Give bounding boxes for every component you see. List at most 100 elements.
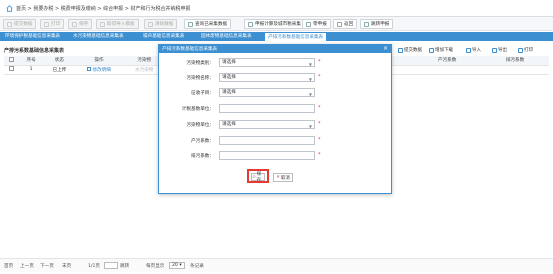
zero-declare-button[interactable]: 零申报: [302, 19, 331, 29]
import-button[interactable]: 导入: [466, 46, 481, 54]
edit-detail-link[interactable]: 修改明细: [92, 68, 110, 73]
home-icon[interactable]: [6, 5, 13, 12]
tab-noise[interactable]: 噪声基础信息采集表: [140, 32, 187, 41]
field-label: 计税基数单位：: [181, 107, 214, 112]
declare-calc-button[interactable]: 申报计算及城市税采集: [244, 19, 305, 29]
row-checkbox[interactable]: [9, 66, 15, 71]
chevron-down-icon: ▾: [179, 263, 182, 268]
col-header-status: 状态: [42, 56, 77, 66]
row-op-cell: 修改明细: [76, 65, 122, 75]
field-pollutant-category: 污染物类别： 请选择 ▼ *: [159, 57, 391, 68]
field-label: 排污系数：: [191, 154, 214, 159]
toolbar: 提交数据 打印 保存 取得导入模板 清除数据 查询已采集数据 申报计算及城市税采…: [0, 17, 553, 31]
required-mark: *: [318, 105, 321, 111]
print-icon: [518, 47, 523, 53]
select-all-checkbox[interactable]: [9, 56, 15, 62]
section-submit-button[interactable]: 提交数据: [398, 46, 422, 54]
row-checkbox-cell[interactable]: [4, 65, 20, 75]
field-label: 污染物名称：: [186, 76, 214, 81]
back-button[interactable]: 返回: [333, 19, 358, 29]
required-mark: *: [318, 152, 321, 158]
calc-icon: [248, 21, 253, 27]
add-icon: [429, 47, 434, 53]
page-jump-input[interactable]: [104, 262, 118, 269]
coefficient-dialog: 产排污系数基础信息采集表 × 污染物类别： 请选择 ▼ * 污染物名称： 请选择 ▼…: [158, 44, 392, 194]
field-label: 征收子目：: [191, 91, 214, 96]
pollutant-category-select[interactable]: 请选择 ▼: [219, 58, 315, 67]
pollutant-name-select[interactable]: 请选择 ▼: [219, 73, 315, 82]
field-pollutant-name: 污染物名称： 请选择 ▼ *: [159, 72, 391, 83]
prev-page-link[interactable]: 上一页: [20, 263, 34, 269]
last-page-link[interactable]: 末页: [62, 263, 71, 269]
required-mark: *: [318, 121, 321, 127]
col-header-produce-coef: 产污系数: [413, 56, 482, 66]
dialog-header: 产排污系数基础信息采集表 ×: [159, 45, 391, 53]
tab-env-protection[interactable]: 环境保护税基础信息采集表: [2, 32, 63, 41]
close-icon[interactable]: ×: [383, 45, 388, 52]
row-no: 1: [19, 65, 43, 75]
save-icon: [72, 21, 77, 27]
submit-data-button[interactable]: 提交数据: [3, 19, 37, 29]
cancel-button[interactable]: ✕ 取消: [273, 173, 293, 182]
jump-button[interactable]: 跳转: [120, 263, 129, 269]
first-page-link[interactable]: 首页: [4, 263, 13, 269]
tax-base-unit-input[interactable]: [219, 104, 315, 113]
upload-icon: [7, 21, 12, 27]
zero-icon: [306, 21, 311, 27]
required-mark: *: [318, 137, 321, 143]
next-page-link[interactable]: 下一页: [40, 263, 54, 269]
chevron-down-icon: ▼: [308, 62, 312, 67]
required-mark: *: [318, 74, 321, 80]
row-produce-coef: [413, 65, 482, 75]
print-icon: [44, 21, 49, 27]
per-page-select[interactable]: 20 ▾: [169, 262, 185, 269]
pollutant-unit-select[interactable]: 请选择 ▼: [219, 120, 315, 129]
import-icon: [466, 47, 471, 53]
jump-icon: [364, 21, 369, 27]
save-highlight: ⊘ 保存: [247, 169, 269, 183]
levy-subitem-select[interactable]: 请选择 ▼: [219, 88, 315, 97]
discharge-coefficient-input[interactable]: [219, 151, 315, 160]
save-toolbar-button[interactable]: 保存: [68, 19, 93, 29]
tab-solid-waste[interactable]: 固体废物基础信息采集表: [198, 32, 255, 41]
chevron-down-icon: ▼: [308, 77, 312, 82]
query-collected-button[interactable]: 查询已采集数据: [184, 19, 232, 29]
template-icon: [100, 21, 105, 27]
page-indicator: 1/1页: [88, 264, 100, 269]
required-mark: *: [318, 59, 321, 65]
pagination-bar: 首页 上一页 下一页 末页 1/1页 跳转 每页显示 20 ▾ 条记录: [0, 258, 553, 272]
field-levy-subitem: 征收子目： 请选择 ▼: [159, 87, 391, 98]
row-status: 已上传: [42, 65, 77, 75]
tab-water-pollutant[interactable]: 水污染物基础信息采集表: [70, 32, 127, 41]
section-print-button[interactable]: 打印: [518, 46, 533, 54]
tab-bar: 环境保护税基础信息采集表 水污染物基础信息采集表 噪声基础信息采集表 固体废物基…: [0, 32, 553, 41]
field-tax-base-unit: 计税基数单位： *: [159, 103, 391, 114]
per-page-label: 每页显示: [146, 264, 165, 269]
col-header-no: 序号: [19, 56, 43, 66]
breadcrumb-bar: 首页 > 我要办税 > 税费申报及缴纳 > 综合申报 > 财产和行为税合并纳税申…: [0, 0, 553, 17]
jump-declare-button[interactable]: 跳转申报: [360, 19, 394, 29]
section-title: 产排污系数基础信息采集表: [4, 48, 65, 54]
close-icon: ✕: [276, 175, 280, 180]
back-icon: [337, 21, 342, 27]
col-header-op: 操作: [76, 56, 122, 66]
produce-coefficient-input[interactable]: [219, 136, 315, 145]
chevron-down-icon: ▼: [308, 92, 312, 97]
select-all-cell[interactable]: [4, 56, 20, 66]
clear-icon: [148, 21, 153, 27]
clear-data-button[interactable]: 清除数据: [144, 19, 178, 29]
add-download-button[interactable]: 增加下载: [429, 46, 453, 54]
breadcrumb[interactable]: 首页 > 我要办税 > 税费申报及缴纳 > 综合申报 > 财产和行为税合并纳税申…: [16, 5, 190, 12]
upload-icon: [398, 47, 403, 53]
save-button[interactable]: ⊘ 保存: [251, 172, 265, 183]
get-import-template-button[interactable]: 取得导入模板: [96, 19, 139, 29]
field-label: 污染物类别：: [186, 61, 214, 66]
print-button[interactable]: 打印: [40, 19, 65, 29]
tab-emission-coefficient[interactable]: 产排污系数基础信息采集表: [264, 32, 328, 41]
search-icon: [188, 21, 193, 27]
chevron-down-icon: ▼: [308, 124, 312, 129]
export-button[interactable]: 导出: [492, 46, 507, 54]
field-produce-coefficient: 产污系数： *: [159, 135, 391, 146]
export-icon: [492, 47, 497, 53]
check-circle-icon: ⊘: [252, 174, 256, 180]
